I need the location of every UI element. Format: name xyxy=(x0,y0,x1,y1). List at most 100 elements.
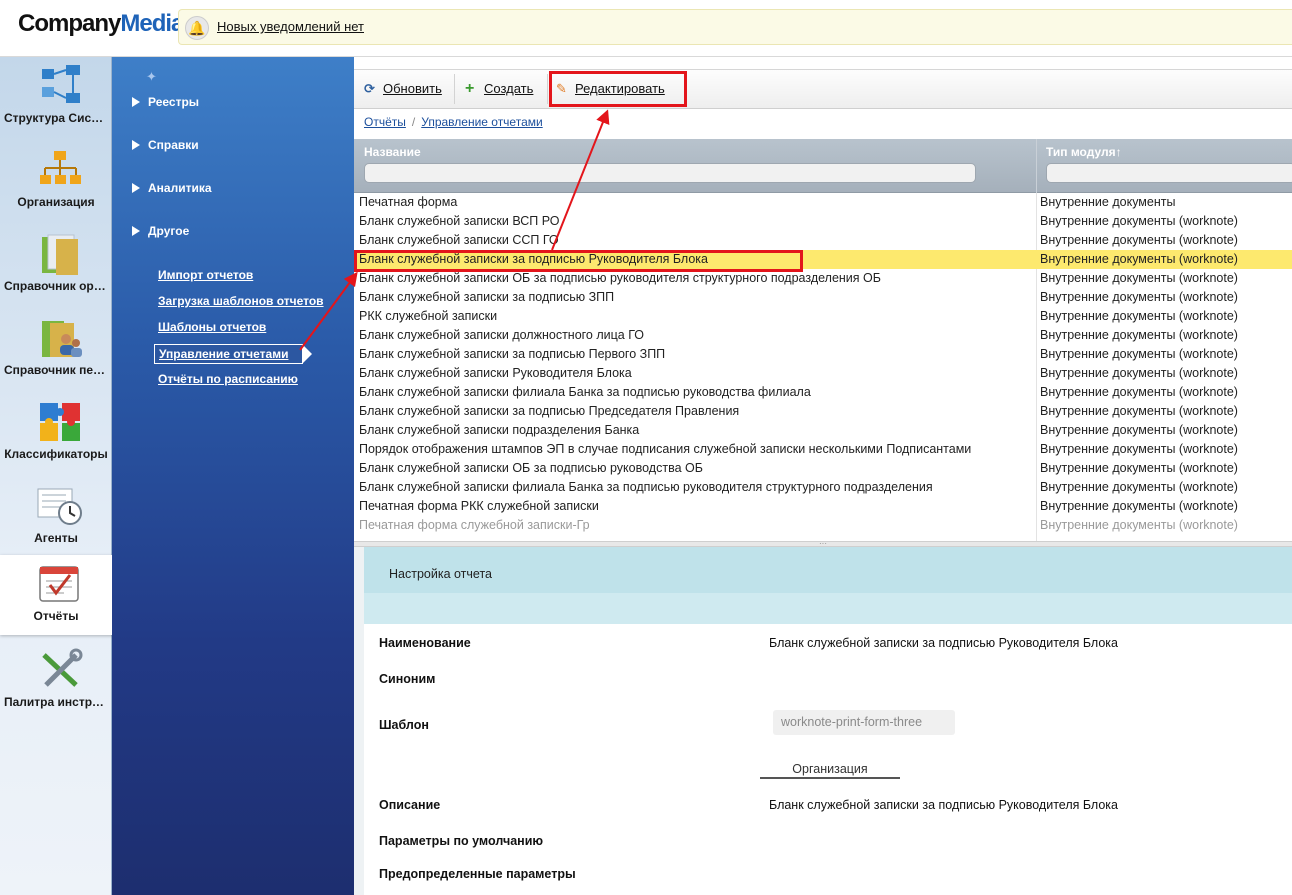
org-chart-icon xyxy=(40,151,81,184)
description-label: Описание xyxy=(379,798,441,812)
navigation-panel: ✦ Реестры Справки Аналитика Другое Импор… xyxy=(112,57,354,895)
refresh-icon: ⟳ xyxy=(364,81,375,96)
table-row[interactable]: Бланк служебной записки должностного лиц… xyxy=(354,326,1292,345)
breadcrumb: Отчёты / Управление отчетами xyxy=(364,115,543,129)
module-label: Агенты xyxy=(34,531,78,545)
network-structure-icon xyxy=(42,65,80,103)
table-row[interactable]: Бланк служебной записки ССП ГО Внутренние… xyxy=(354,231,1292,250)
nav-section-registries[interactable]: Реестры xyxy=(132,95,199,109)
description-value: Бланк служебной записки за подписью Руко… xyxy=(769,798,1118,812)
module-label: Отчёты xyxy=(33,609,79,623)
column-divider xyxy=(1036,139,1037,193)
table-row[interactable]: Бланк служебной записки подразделения Ба… xyxy=(354,421,1292,440)
people-folder-icon xyxy=(42,321,82,357)
table-row[interactable]: Печатная форма служебной записки-Гр Внутр… xyxy=(354,516,1292,535)
cell-module-type: Внутренние документы (worknote) xyxy=(1040,518,1238,532)
module-label: Классификаторы xyxy=(4,447,108,461)
nav-section-other[interactable]: Другое xyxy=(132,224,189,238)
cell-module-type: Внутренние документы (worknote) xyxy=(1040,290,1238,304)
table-row[interactable]: Бланк служебной записки ОБ за подписью р… xyxy=(354,459,1292,478)
edit-button-highlight xyxy=(549,71,687,107)
template-field[interactable]: worknote-print-form-three xyxy=(773,710,955,735)
cell-report-name: Бланк служебной записки филиала Банка за… xyxy=(359,385,811,399)
module-classifiers[interactable]: Классификаторы xyxy=(0,393,112,473)
name-filter-input[interactable] xyxy=(364,163,976,183)
expand-arrow-icon xyxy=(132,97,140,107)
nav-link-scheduled-reports[interactable]: Отчёты по расписанию xyxy=(158,372,298,386)
table-row[interactable]: Бланк служебной записки филиала Банка за… xyxy=(354,478,1292,497)
column-header-name[interactable]: Название xyxy=(364,145,421,159)
cell-report-name: Бланк служебной записки ВСП РО xyxy=(359,214,560,228)
pin-icon[interactable]: ✦ xyxy=(146,69,157,85)
cell-report-name: Печатная форма xyxy=(359,195,458,209)
breadcrumb-current-link[interactable]: Управление отчетами xyxy=(421,115,542,129)
folder-icon xyxy=(42,234,78,275)
module-organization[interactable]: Организация xyxy=(0,141,112,221)
cell-module-type: Внутренние документы (worknote) xyxy=(1040,404,1238,418)
nav-link-report-management[interactable]: Управление отчетами xyxy=(154,344,313,364)
table-row[interactable]: Печатная форма РКК служебной записки Внут… xyxy=(354,497,1292,516)
template-label: Шаблон xyxy=(379,718,429,732)
module-agents[interactable]: Агенты xyxy=(0,477,112,557)
create-button[interactable]: + Создать xyxy=(465,70,533,108)
expand-arrow-icon xyxy=(132,226,140,236)
table-row[interactable]: Бланк служебной записки филиала Банка за… xyxy=(354,383,1292,402)
cell-module-type: Внутренние документы (worknote) xyxy=(1040,309,1238,323)
predefined-params-label: Предопределенные параметры xyxy=(379,867,576,881)
table-row[interactable]: Печатная форма Внутренние документы xyxy=(354,193,1292,212)
nav-section-label: Реестры xyxy=(148,95,200,109)
column-header-module-type[interactable]: Тип модуля↑ xyxy=(1046,145,1122,159)
notification-link[interactable]: Новых уведомлений нет xyxy=(217,19,364,34)
nav-link-report-templates[interactable]: Шаблоны отчетов xyxy=(158,320,266,334)
refresh-button[interactable]: ⟳ Обновить xyxy=(364,70,442,108)
toolbar-divider xyxy=(547,74,548,104)
top-header: CompanyMedia 🔔 Новых уведомлений нет xyxy=(0,0,1292,57)
expand-arrow-icon xyxy=(132,183,140,193)
module-people-directory[interactable]: Справочник пер… xyxy=(0,309,112,389)
create-label: Создать xyxy=(484,81,534,96)
module-sidebar: Структура Сист… Организация Справочник о… xyxy=(0,57,128,895)
cell-report-name: Бланк служебной записки ССП ГО xyxy=(359,233,559,247)
puzzle-icon xyxy=(40,403,80,441)
toolbar-divider xyxy=(454,74,455,104)
cell-report-name: Бланк служебной записки Руководителя Бло… xyxy=(359,366,632,380)
cell-module-type: Внутренние документы (worknote) xyxy=(1040,252,1238,266)
plus-icon: + xyxy=(465,80,475,97)
nav-link-import-reports[interactable]: Импорт отчетов xyxy=(158,268,253,282)
nav-section-analytics[interactable]: Аналитика xyxy=(132,181,212,195)
cell-module-type: Внутренние документы (worknote) xyxy=(1040,461,1238,475)
table-row[interactable]: Порядок отображения штампов ЭП в случае … xyxy=(354,440,1292,459)
nav-section-references[interactable]: Справки xyxy=(132,138,199,152)
cell-module-type: Внутренние документы (worknote) xyxy=(1040,442,1238,456)
cell-module-type: Внутренние документы (worknote) xyxy=(1040,366,1238,380)
nav-link-upload-templates[interactable]: Загрузка шаблонов отчетов xyxy=(158,294,324,308)
module-label: Справочник пер… xyxy=(4,363,112,377)
module-system-structure[interactable]: Структура Сист… xyxy=(0,57,112,137)
table-row[interactable]: Бланк служебной записки за подписью Перв… xyxy=(354,345,1292,364)
module-reports[interactable]: Отчёты xyxy=(0,555,128,635)
module-type-filter-input[interactable] xyxy=(1046,163,1292,183)
company-logo[interactable]: CompanyMedia xyxy=(18,10,184,38)
cell-module-type: Внутренние документы (worknote) xyxy=(1040,480,1238,494)
table-row[interactable]: РКК служебной записки Внутренние документ… xyxy=(354,307,1292,326)
module-label: Структура Сист… xyxy=(4,111,110,125)
form-header: Настройка отчета xyxy=(364,547,1292,624)
module-org-directory[interactable]: Справочник орг… xyxy=(0,225,112,305)
table-row[interactable]: Бланк служебной записки ВСП РО Внутренние… xyxy=(354,212,1292,231)
breadcrumb-root-link[interactable]: Отчёты xyxy=(364,115,406,129)
table-row[interactable]: Бланк служебной записки Руководителя Бло… xyxy=(354,364,1292,383)
main-content: ⟳ Обновить + Создать ✎ Редактировать Отчёты… xyxy=(354,57,1292,895)
table-row[interactable]: Бланк служебной записки за подписью Пред… xyxy=(354,402,1292,421)
cell-report-name: РКК служебной записки xyxy=(359,309,498,323)
form-title: Настройка отчета xyxy=(389,567,492,581)
module-tools-palette[interactable]: Палитра инстру… xyxy=(0,641,112,721)
cell-module-type: Внутренние документы xyxy=(1040,195,1176,209)
cell-report-name: Бланк служебной записки ОБ за подписью р… xyxy=(359,461,703,475)
cell-module-type: Внутренние документы (worknote) xyxy=(1040,271,1238,285)
synonym-label: Синоним xyxy=(379,672,436,686)
cell-report-name: Бланк служебной записки за подписью Перв… xyxy=(359,347,666,361)
expand-arrow-icon xyxy=(132,140,140,150)
nav-section-label: Другое xyxy=(148,224,190,238)
table-row[interactable]: Бланк служебной записки за подписью ЗПП В… xyxy=(354,288,1292,307)
tab-organization[interactable]: Организация xyxy=(760,762,900,779)
